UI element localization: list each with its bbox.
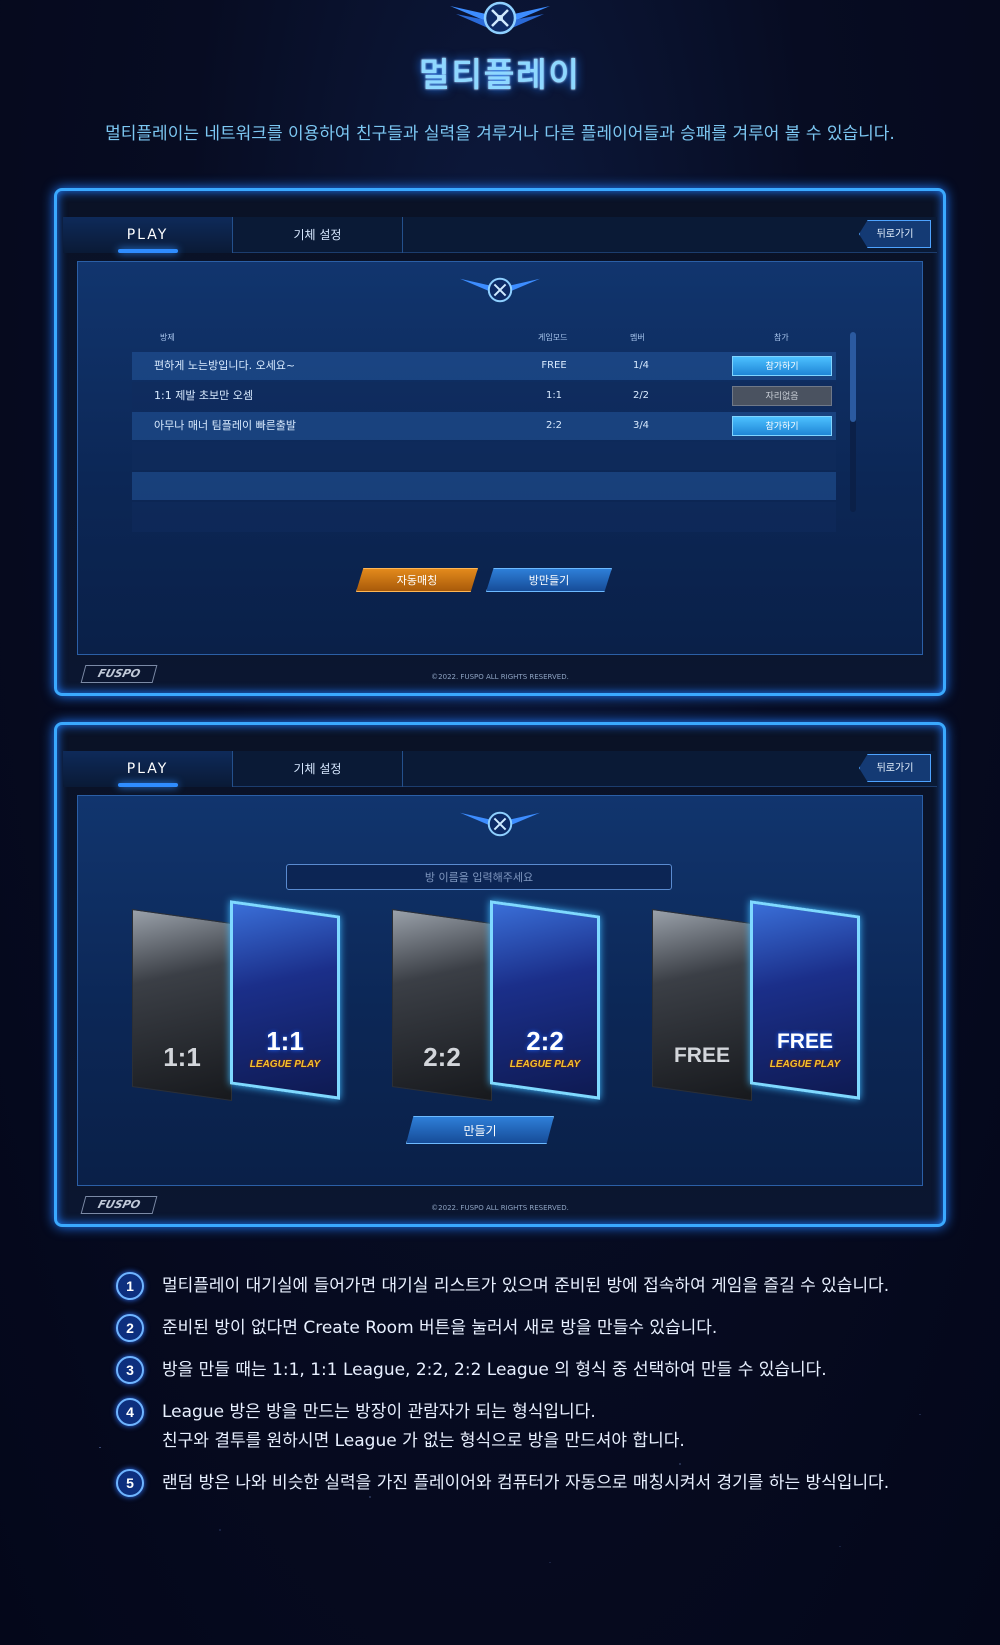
- instruction-text: 랜덤 방은 나와 비슷한 실력을 가진 플레이어와 컴퓨터가 자동으로 매칭시켜…: [162, 1473, 890, 1493]
- empty-room-row: [132, 472, 836, 500]
- instruction-item: 3 방을 만들 때는 1:1, 1:1 League, 2:2, 2:2 Lea…: [116, 1356, 916, 1385]
- instruction-item: 5 랜덤 방은 나와 비슷한 실력을 가진 플레이어와 컴퓨터가 자동으로 매칭…: [116, 1469, 916, 1498]
- instruction-text: 준비된 방이 없다면 Create Room 버튼을 눌러서 새로 방을 만들수…: [162, 1318, 718, 1338]
- tab-aircraft-setup[interactable]: 기체 설정: [233, 217, 403, 253]
- room-list-screenshot: PLAY 기체 설정 뒤로가기 방제 게임모드 멤버 참가 편하게 노는방입니다…: [54, 188, 946, 696]
- tab-bar: PLAY 기체 설정 뒤로가기: [63, 217, 937, 253]
- instruction-item: 2 준비된 방이 없다면 Create Room 버튼을 눌러서 새로 방을 만…: [116, 1314, 916, 1343]
- make-room-button[interactable]: 만들기: [406, 1116, 554, 1144]
- league-play-label: LEAGUE PLAY: [249, 1059, 321, 1070]
- mode-card-1v1[interactable]: 1:1 1:1 LEAGUE PLAY: [132, 900, 340, 1102]
- tab-play[interactable]: PLAY: [63, 217, 233, 253]
- scrollbar-thumb[interactable]: [850, 332, 856, 422]
- mode-option-free[interactable]: [652, 908, 752, 1102]
- auto-match-button[interactable]: 자동매칭: [356, 568, 478, 592]
- instruction-text: 방을 만들 때는 1:1, 1:1 League, 2:2, 2:2 Leagu…: [162, 1360, 827, 1380]
- copyright: ©2022. FUSPO ALL RIGHTS RESERVED.: [431, 673, 569, 681]
- page-title: 멀티플레이: [419, 55, 581, 94]
- mode-label: 2:2: [423, 1042, 461, 1072]
- room-full-button: 자리없음: [732, 386, 832, 406]
- column-title: 방제: [160, 333, 175, 342]
- room-name-input[interactable]: [286, 864, 672, 890]
- room-title: 아무나 매너 팀플레이 빠른출발: [154, 419, 297, 432]
- room-row[interactable]: 편하게 노는방입니다. 오세요~ FREE 1/4 참가하기: [132, 352, 836, 380]
- drone-wing-emblem-icon: [460, 277, 540, 303]
- mode-label: FREE: [673, 1044, 730, 1067]
- drone-wing-emblem-icon: [460, 811, 540, 837]
- room-members: 1/4: [632, 360, 650, 371]
- league-mode-label: FREE: [776, 1030, 833, 1053]
- back-button[interactable]: 뒤로가기: [859, 754, 931, 782]
- mode-card-2v2[interactable]: 2:2 2:2 LEAGUE PLAY: [392, 900, 600, 1102]
- mode-card-free[interactable]: FREE FREE LEAGUE PLAY: [652, 900, 860, 1102]
- league-mode-label: 1:1: [266, 1026, 304, 1056]
- instruction-item: 4 League 방은 방을 만드는 방장이 관람자가 되는 형식입니다. 친구…: [116, 1398, 916, 1456]
- step-number-badge: 2: [116, 1314, 144, 1342]
- instruction-text: League 방은 방을 만드는 방장이 관람자가 되는 형식입니다.: [162, 1402, 596, 1422]
- step-number-badge: 3: [116, 1356, 144, 1384]
- empty-room-row: [132, 442, 836, 470]
- copyright: ©2022. FUSPO ALL RIGHTS RESERVED.: [431, 1204, 569, 1212]
- room-mode: 2:2: [545, 420, 563, 431]
- instruction-item: 1 멀티플레이 대기실에 들어가면 대기실 리스트가 있으며 준비된 방에 접속…: [116, 1272, 916, 1301]
- create-room-screenshot: PLAY 기체 설정 뒤로가기 1:1 1:1 LEAGUE PLAY 2:2 …: [54, 722, 946, 1227]
- league-play-label: LEAGUE PLAY: [509, 1059, 581, 1070]
- room-mode: FREE: [541, 360, 567, 371]
- room-title: 편하게 노는방입니다. 오세요~: [154, 359, 296, 372]
- room-table-header: 방제 게임모드 멤버 참가: [132, 332, 836, 348]
- league-mode-label: 2:2: [526, 1026, 564, 1056]
- room-row[interactable]: 아무나 매너 팀플레이 빠른출발 2:2 3/4 참가하기: [132, 412, 836, 440]
- back-button[interactable]: 뒤로가기: [859, 220, 931, 248]
- room-row[interactable]: 1:1 제발 초보만 오셈 1:1 2/2 자리없음: [132, 382, 836, 410]
- room-list-area: 방제 게임모드 멤버 참가 편하게 노는방입니다. 오세요~ FREE 1/4 …: [77, 261, 923, 655]
- instruction-list: 1 멀티플레이 대기실에 들어가면 대기실 리스트가 있으며 준비된 방에 접속…: [116, 1272, 916, 1511]
- page-description: 멀티플레이는 네트워크를 이용하여 친구들과 실력을 겨루거나 다른 플레이어들…: [105, 124, 895, 144]
- room-title: 1:1 제발 초보만 오셈: [154, 389, 254, 402]
- mode-label: 1:1: [163, 1042, 201, 1072]
- step-number-badge: 5: [116, 1469, 144, 1497]
- empty-room-row: [132, 502, 836, 532]
- room-members: 2/2: [632, 390, 650, 401]
- instruction-text-continued: 친구와 결투를 원하시면 League 가 없는 형식으로 방을 만드셔야 합니…: [162, 1431, 685, 1451]
- join-button[interactable]: 참가하기: [732, 416, 832, 436]
- league-play-label: LEAGUE PLAY: [769, 1059, 841, 1070]
- column-join: 참가: [774, 333, 789, 342]
- column-members: 멤버: [630, 333, 645, 342]
- room-mode: 1:1: [545, 390, 563, 401]
- create-room-button[interactable]: 방만들기: [486, 568, 612, 592]
- tab-aircraft-setup[interactable]: 기체 설정: [233, 751, 403, 787]
- column-mode: 게임모드: [538, 333, 568, 342]
- step-number-badge: 4: [116, 1398, 144, 1426]
- room-members: 3/4: [632, 420, 650, 431]
- drone-wing-emblem-icon: [450, 1, 550, 35]
- join-button[interactable]: 참가하기: [732, 356, 832, 376]
- create-room-area: 1:1 1:1 LEAGUE PLAY 2:2 2:2 LEAGUE PLAY …: [77, 795, 923, 1186]
- step-number-badge: 1: [116, 1272, 144, 1300]
- instruction-text: 멀티플레이 대기실에 들어가면 대기실 리스트가 있으며 준비된 방에 접속하여…: [162, 1276, 890, 1296]
- tab-bar: PLAY 기체 설정 뒤로가기: [63, 751, 937, 787]
- tab-play[interactable]: PLAY: [63, 751, 233, 787]
